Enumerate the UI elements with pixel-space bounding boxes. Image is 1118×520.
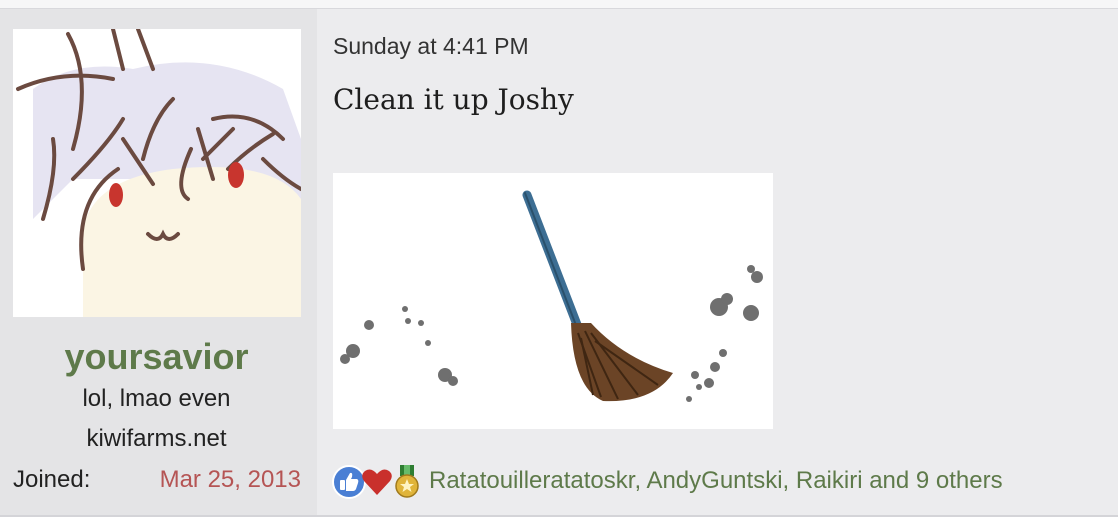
forum-post: yoursavior lol, lmao even kiwifarms.net … <box>0 9 1118 517</box>
chibi-character-avatar-icon <box>13 29 301 317</box>
medal-icon <box>389 464 425 500</box>
reactions-bar[interactable]: Ratatouilleratatoskr, AndyGuntski, Raiki… <box>331 464 1111 500</box>
user-avatar[interactable] <box>13 29 301 317</box>
joined-date: Mar 25, 2013 <box>159 466 301 493</box>
post-timestamp[interactable]: Sunday at 4:41 PM <box>333 33 529 60</box>
user-banner: kiwifarms.net <box>86 425 227 452</box>
user-sidebar: yoursavior lol, lmao even kiwifarms.net … <box>0 9 317 515</box>
top-divider <box>0 0 1118 9</box>
joined-label: Joined: <box>13 466 91 493</box>
reaction-users-link[interactable]: Ratatouilleratatoskr, AndyGuntski, Raiki… <box>429 467 1003 495</box>
user-title: lol, lmao even <box>82 385 231 412</box>
post-image[interactable] <box>333 173 773 429</box>
post-message: Clean it up Joshy <box>333 83 574 116</box>
page: yoursavior lol, lmao even kiwifarms.net … <box>0 0 1118 520</box>
username-link[interactable]: yoursavior <box>0 336 313 378</box>
broom-sweeping-image-icon <box>333 173 773 429</box>
